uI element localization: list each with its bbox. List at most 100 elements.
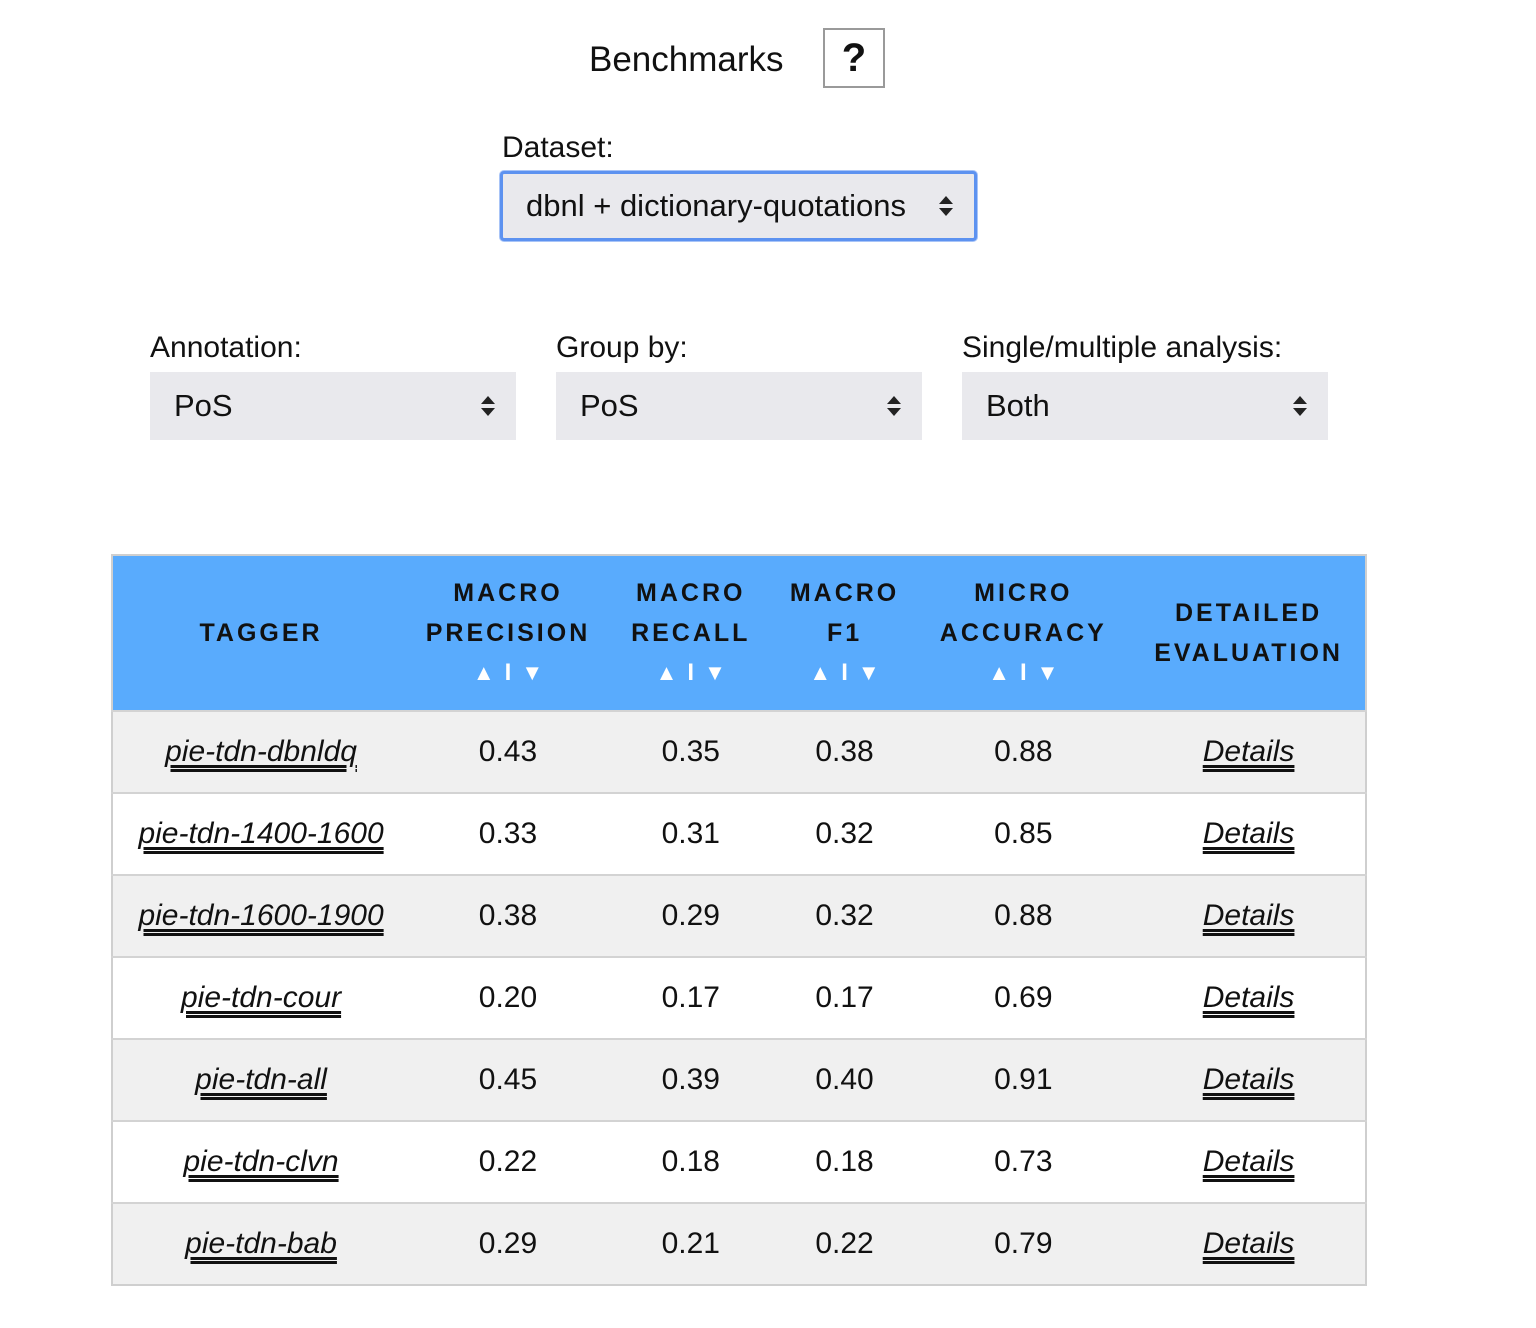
- details-cell: Details: [1132, 956, 1366, 1039]
- col-macro-f1-header: MACRO F1 ▲ I ▼: [774, 555, 915, 711]
- sort-desc-icon[interactable]: ▼: [521, 653, 543, 693]
- tagger-cell: pie-tdn-all: [112, 1038, 410, 1121]
- help-button[interactable]: ?: [823, 28, 885, 88]
- sort-asc-icon[interactable]: ▲: [656, 653, 678, 693]
- macro-f1-cell: 0.18: [774, 1120, 915, 1203]
- macro-f1-cell: 0.38: [774, 710, 915, 793]
- table-row: pie-tdn-all 0.45 0.39 0.40 0.91 Details: [112, 1038, 1366, 1121]
- macro-f1-cell: 0.17: [774, 956, 915, 1039]
- tagger-link[interactable]: pie-tdn-bab: [185, 1227, 337, 1260]
- annotation-select-value: PoS: [174, 388, 233, 423]
- table-header-row: TAGGER MACRO PRECISION ▲ I ▼ MACRO RECALL …: [112, 555, 1366, 711]
- macro-precision-cell: 0.20: [409, 956, 607, 1039]
- micro-accuracy-cell: 0.88: [914, 710, 1133, 793]
- micro-accuracy-cell: 0.91: [914, 1038, 1133, 1121]
- macro-precision-cell: 0.45: [409, 1038, 607, 1121]
- micro-accuracy-cell: 0.88: [914, 874, 1133, 957]
- macro-f1-cell: 0.40: [774, 1038, 915, 1121]
- tagger-cell: pie-tdn-bab: [112, 1202, 410, 1285]
- table-row: pie-tdn-1600-1900 0.38 0.29 0.32 0.88 Details: [112, 874, 1366, 957]
- analysis-select[interactable]: Both: [962, 372, 1328, 440]
- micro-accuracy-cell: 0.73: [914, 1120, 1133, 1203]
- micro-accuracy-cell: 0.79: [914, 1202, 1133, 1285]
- macro-recall-cell: 0.39: [606, 1038, 775, 1121]
- col-macro-recall-header: MACRO RECALL ▲ I ▼: [606, 555, 775, 711]
- sort-separator: I: [1019, 659, 1027, 686]
- details-link[interactable]: Details: [1203, 899, 1295, 932]
- macro-recall-cell: 0.17: [606, 956, 775, 1039]
- tagger-link[interactable]: pie-tdn-1400-1600: [138, 817, 383, 850]
- select-arrows-icon: [886, 394, 902, 418]
- macro-precision-cell: 0.38: [409, 874, 607, 957]
- tagger-cell: pie-tdn-cour: [112, 956, 410, 1039]
- details-cell: Details: [1132, 1038, 1366, 1121]
- tagger-cell: pie-tdn-1400-1600: [112, 792, 410, 875]
- annotation-label: Annotation:: [150, 331, 302, 364]
- sort-control: ▲ I ▼: [775, 653, 915, 693]
- page-title: Benchmarks: [589, 40, 784, 79]
- macro-recall-cell: 0.29: [606, 874, 775, 957]
- macro-f1-cell: 0.32: [774, 792, 915, 875]
- select-arrows-icon: [938, 194, 954, 218]
- details-link[interactable]: Details: [1203, 817, 1295, 850]
- details-link[interactable]: Details: [1203, 1145, 1295, 1178]
- macro-recall-cell: 0.18: [606, 1120, 775, 1203]
- details-link[interactable]: Details: [1203, 1227, 1295, 1260]
- sort-desc-icon[interactable]: ▼: [704, 653, 726, 693]
- details-cell: Details: [1132, 710, 1366, 793]
- tagger-cell: pie-tdn-1600-1900: [112, 874, 410, 957]
- tagger-link[interactable]: pie-tdn-clvn: [184, 1145, 339, 1178]
- macro-precision-cell: 0.22: [409, 1120, 607, 1203]
- micro-accuracy-cell: 0.85: [914, 792, 1133, 875]
- details-link[interactable]: Details: [1203, 735, 1295, 768]
- details-cell: Details: [1132, 1120, 1366, 1203]
- details-link[interactable]: Details: [1203, 1063, 1295, 1096]
- tagger-link[interactable]: pie-tdn-dbnldq: [165, 735, 357, 768]
- tagger-cell: pie-tdn-dbnldq: [112, 710, 410, 793]
- tagger-cell: pie-tdn-clvn: [112, 1120, 410, 1203]
- sort-control: ▲ I ▼: [914, 653, 1132, 693]
- sort-separator: I: [687, 659, 695, 686]
- title-row: Benchmarks ?: [0, 28, 1536, 88]
- details-cell: Details: [1132, 1202, 1366, 1285]
- group-by-select-value: PoS: [580, 388, 639, 423]
- analysis-select-value: Both: [986, 388, 1050, 423]
- tagger-link[interactable]: pie-tdn-all: [195, 1063, 327, 1096]
- sort-control: ▲ I ▼: [409, 653, 607, 693]
- sort-control: ▲ I ▼: [607, 653, 775, 693]
- sort-asc-icon[interactable]: ▲: [473, 653, 495, 693]
- table-row: pie-tdn-1400-1600 0.33 0.31 0.32 0.85 Details: [112, 792, 1366, 875]
- macro-recall-cell: 0.35: [606, 710, 775, 793]
- sort-desc-icon[interactable]: ▼: [1037, 653, 1059, 693]
- group-by-label: Group by:: [556, 331, 688, 364]
- details-cell: Details: [1132, 874, 1366, 957]
- col-macro-precision-header: MACRO PRECISION ▲ I ▼: [409, 555, 607, 711]
- sort-asc-icon[interactable]: ▲: [988, 653, 1010, 693]
- dataset-select-value: dbnl + dictionary-quotations: [526, 188, 906, 223]
- col-detailed-evaluation-header: DETAILED EVALUATION: [1132, 555, 1366, 711]
- tagger-link[interactable]: pie-tdn-1600-1900: [138, 899, 383, 932]
- table-row: pie-tdn-cour 0.20 0.17 0.17 0.69 Details: [112, 956, 1366, 1039]
- tagger-link[interactable]: pie-tdn-cour: [181, 981, 341, 1014]
- benchmarks-page: Benchmarks ? Dataset: dbnl + dictionary-…: [0, 0, 1536, 1328]
- macro-precision-cell: 0.43: [409, 710, 607, 793]
- sort-desc-icon[interactable]: ▼: [858, 653, 880, 693]
- macro-precision-cell: 0.29: [409, 1202, 607, 1285]
- annotation-select[interactable]: PoS: [150, 372, 516, 440]
- details-cell: Details: [1132, 792, 1366, 875]
- table-row: pie-tdn-bab 0.29 0.21 0.22 0.79 Details: [112, 1202, 1366, 1285]
- details-link[interactable]: Details: [1203, 981, 1295, 1014]
- sort-separator: I: [504, 659, 512, 686]
- macro-f1-cell: 0.22: [774, 1202, 915, 1285]
- group-by-select[interactable]: PoS: [556, 372, 922, 440]
- dataset-select[interactable]: dbnl + dictionary-quotations: [500, 171, 977, 241]
- dataset-label: Dataset:: [502, 131, 614, 164]
- micro-accuracy-cell: 0.69: [914, 956, 1133, 1039]
- sort-asc-icon[interactable]: ▲: [809, 653, 831, 693]
- col-micro-accuracy-header: MICRO ACCURACY ▲ I ▼: [914, 555, 1133, 711]
- benchmark-table: TAGGER MACRO PRECISION ▲ I ▼ MACRO RECALL …: [111, 554, 1367, 1286]
- macro-f1-cell: 0.32: [774, 874, 915, 957]
- macro-recall-cell: 0.21: [606, 1202, 775, 1285]
- table-row: pie-tdn-dbnldq 0.43 0.35 0.38 0.88 Details: [112, 710, 1366, 793]
- col-tagger-header: TAGGER: [112, 555, 410, 711]
